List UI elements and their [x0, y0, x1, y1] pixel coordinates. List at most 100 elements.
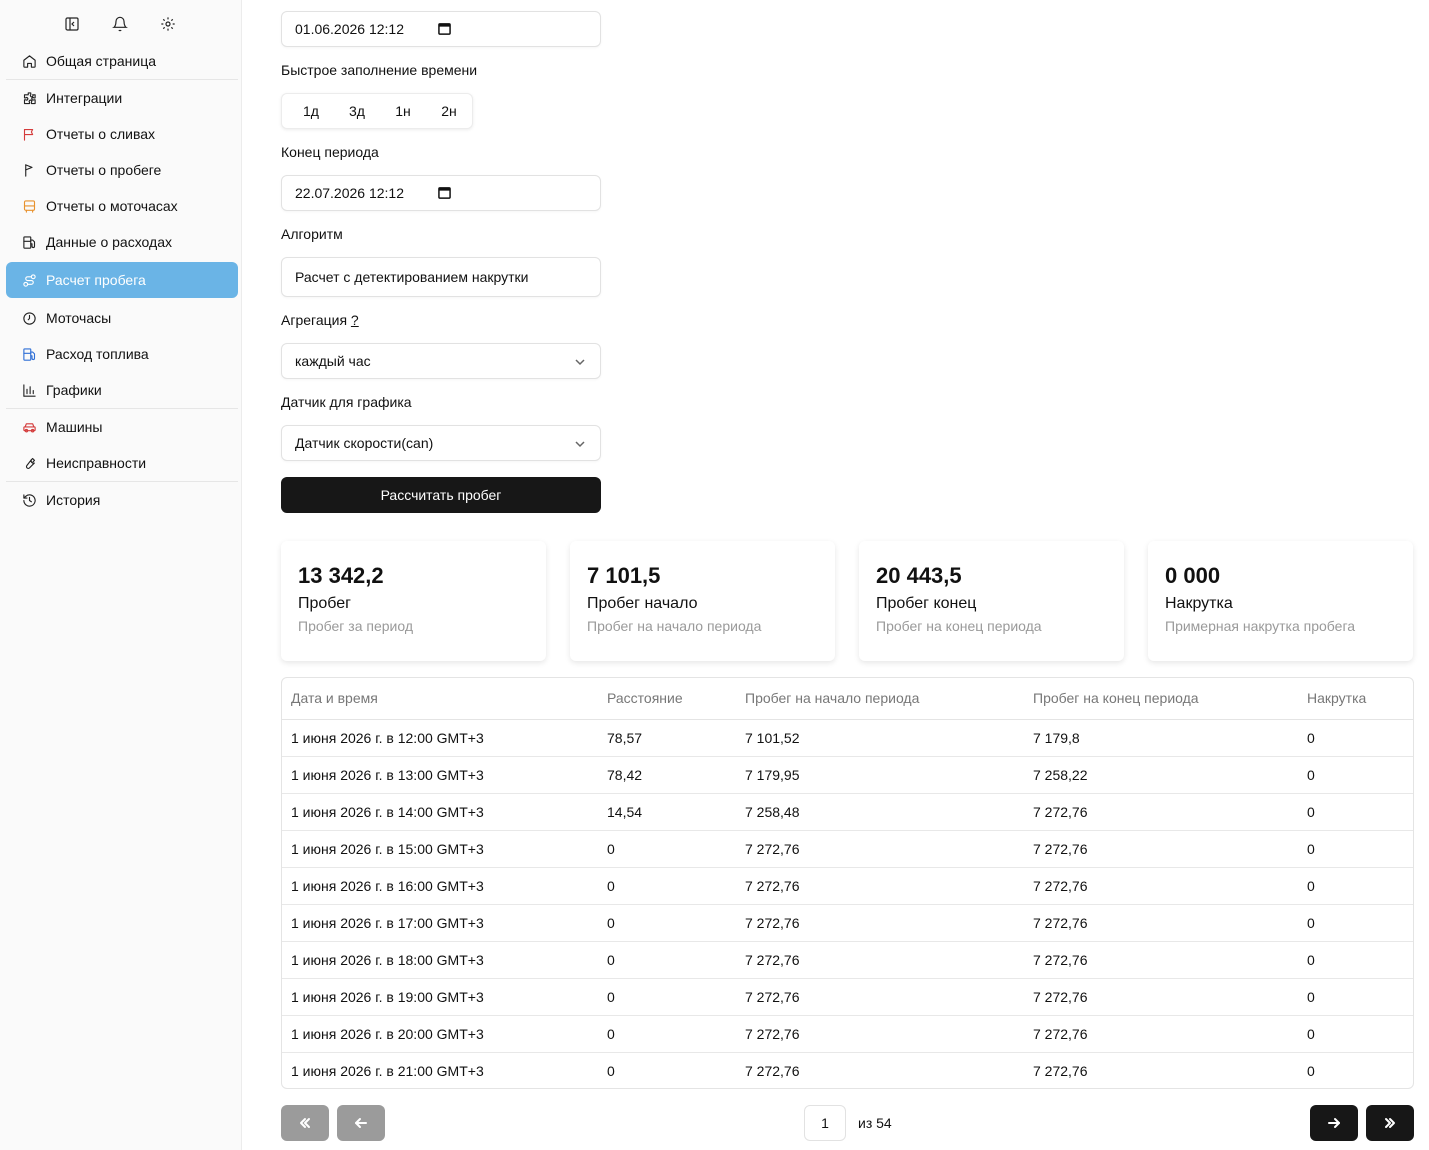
algorithm-input[interactable]: Расчет с детектированием накрутки — [281, 257, 601, 297]
route-icon — [20, 271, 38, 289]
table-cell: 0 — [598, 904, 736, 942]
sidebar-item-12[interactable]: Неисправности — [6, 445, 238, 481]
table-cell: 14,54 — [598, 793, 736, 831]
sidebar-item-1[interactable]: Общая страница — [6, 43, 238, 79]
sidebar: Общая страница Интеграции Отчеты о сливах О… — [0, 0, 242, 1150]
aggregation-select[interactable]: каждый час — [281, 343, 601, 379]
table-cell: 7 272,76 — [736, 867, 1024, 905]
table-cell: 1 июня 2026 г. в 12:00 GMT+3 — [282, 719, 598, 757]
card-subtitle: Примерная накрутка пробега — [1165, 618, 1356, 634]
sidebar-item-11[interactable]: Машины — [6, 409, 238, 445]
calendar-icon[interactable] — [438, 22, 451, 35]
chevron-down-icon — [575, 359, 585, 366]
card-mileage: 13 342,2 Пробег Пробег за период — [281, 541, 546, 661]
table-cell: 7 272,76 — [1024, 830, 1298, 868]
table-cell: 0 — [1307, 1062, 1315, 1079]
gear-icon[interactable] — [158, 14, 178, 34]
quick-fill-2w[interactable]: 2н — [426, 103, 472, 119]
quick-fill-group: 1д 3д 1н 2н — [281, 93, 473, 129]
table-cell: 7 272,76 — [1024, 793, 1298, 831]
table-cell: 0 — [1298, 941, 1413, 979]
table-row: 1 июня 2026 г. в 17:00 GMT+3 0 7 272,76 7 2… — [282, 904, 1413, 942]
start-date-value: 01.06.2026 12:12 — [295, 21, 404, 37]
flag-icon — [20, 125, 38, 143]
column-header-end: Пробег на конец периода — [1024, 678, 1298, 720]
clock-icon — [20, 309, 38, 327]
sidebar-item-9[interactable]: Расход топлива — [6, 336, 238, 372]
table-cell: 7 272,76 — [1033, 1062, 1088, 1079]
table-cell: 1 июня 2026 г. в 20:00 GMT+3 — [282, 1015, 598, 1053]
card-value: 20 443,5 — [876, 563, 962, 588]
sidebar-item-6[interactable]: Данные о расходах — [6, 224, 238, 260]
card-title: Пробег начало — [587, 595, 698, 612]
card-value: 13 342,2 — [298, 563, 384, 588]
table-row: 1 июня 2026 г. в 20:00 GMT+3 0 7 272,76 7 2… — [282, 1015, 1413, 1053]
arrow-right-icon — [1328, 1118, 1340, 1128]
table-row: 1 июня 2026 г. в 21:00 GMT+3 0 7 272,76 7 2… — [282, 1052, 1413, 1088]
last-page-button[interactable] — [1366, 1105, 1414, 1141]
card-title: Пробег конец — [876, 595, 977, 612]
fuel-icon — [20, 233, 38, 251]
sidebar-item-label: Расход топлива — [46, 346, 149, 362]
history-icon — [20, 491, 38, 509]
sidebar-toolbar — [62, 14, 178, 34]
start-date-input[interactable]: 01.06.2026 12:12 — [281, 11, 601, 47]
sidebar-item-10[interactable]: Графики — [6, 372, 238, 408]
bell-icon[interactable] — [110, 14, 130, 34]
end-date-input[interactable]: 22.07.2026 12:12 — [281, 175, 601, 211]
table-header-row: Дата и время Расстояние Пробег на начало… — [282, 678, 1413, 720]
sidebar-item-7[interactable]: Расчет пробега — [6, 262, 238, 298]
sensor-label: Датчик для графика — [281, 394, 412, 410]
calendar-icon[interactable] — [438, 186, 451, 199]
calculate-mileage-button[interactable]: Рассчитать пробег — [281, 477, 601, 513]
table-row: 1 июня 2026 г. в 15:00 GMT+3 0 7 272,76 7 2… — [282, 830, 1413, 868]
first-page-button[interactable] — [281, 1105, 329, 1141]
page-number-input[interactable]: 1 — [804, 1105, 846, 1141]
flag-small-icon — [20, 161, 38, 179]
table-cell: 1 июня 2026 г. в 17:00 GMT+3 — [282, 904, 598, 942]
prev-page-button[interactable] — [337, 1105, 385, 1141]
sensor-value: Датчик скорости(can) — [295, 435, 434, 451]
table-cell: 78,57 — [598, 719, 736, 757]
summary-cards: 13 342,2 Пробег Пробег за период 7 101,5… — [281, 541, 1414, 661]
card-tampering: 0 000 Накрутка Примерная накрутка пробег… — [1148, 541, 1413, 661]
sidebar-item-8[interactable]: Моточасы — [6, 300, 238, 336]
sidebar-toggle-icon[interactable] — [62, 14, 82, 34]
card-subtitle: Пробег на конец периода — [876, 618, 1042, 634]
table-cell: 7 179,8 — [1024, 719, 1298, 757]
table-cell: 0 — [598, 867, 736, 905]
arrow-left-icon — [355, 1118, 367, 1128]
sidebar-item-label: Отчеты о моточасах — [46, 198, 178, 214]
sidebar-item-4[interactable]: Отчеты о пробеге — [6, 152, 238, 188]
table-cell: 0 — [1298, 867, 1413, 905]
quick-fill-3d[interactable]: 3д — [334, 103, 380, 119]
sidebar-item-5[interactable]: Отчеты о моточасах — [6, 188, 238, 224]
sidebar-item-label: Данные о расходах — [46, 234, 172, 250]
table-cell: 0 — [1298, 1015, 1413, 1053]
card-subtitle: Пробег на начало периода — [587, 618, 762, 634]
next-page-button[interactable] — [1310, 1105, 1358, 1141]
table-cell: 1 июня 2026 г. в 18:00 GMT+3 — [282, 941, 598, 979]
quick-fill-1d[interactable]: 1д — [288, 103, 334, 119]
sensor-select[interactable]: Датчик скорости(can) — [281, 425, 601, 461]
sidebar-item-3[interactable]: Отчеты о сливах — [6, 116, 238, 152]
card-mileage-end: 20 443,5 Пробег конец Пробег на конец пе… — [859, 541, 1124, 661]
column-header-distance: Расстояние — [598, 678, 736, 720]
table-cell: 0 — [1298, 793, 1413, 831]
main-content: 01.06.2026 12:12 Быстрое заполнение врем… — [262, 0, 1429, 1150]
sidebar-item-2[interactable]: Интеграции — [6, 80, 238, 116]
quick-fill-1w[interactable]: 1н — [380, 103, 426, 119]
chevron-down-icon — [575, 441, 585, 448]
table-cell: 7 272,76 — [1024, 1015, 1298, 1053]
sidebar-item-13[interactable]: История — [6, 482, 238, 518]
sidebar-item-label: Расчет пробега — [46, 272, 146, 288]
table-cell: 0 — [598, 978, 736, 1016]
sidebar-item-label: Неисправности — [46, 455, 147, 471]
sidebar-item-label: Отчеты о сливах — [46, 126, 156, 142]
end-period-label: Конец периода — [281, 144, 379, 160]
chevrons-right-icon — [1385, 1118, 1395, 1128]
table-cell: 7 272,76 — [736, 830, 1024, 868]
table-row: 1 июня 2026 г. в 19:00 GMT+3 0 7 272,76 7 2… — [282, 978, 1413, 1016]
sidebar-item-label: История — [46, 492, 101, 508]
aggregation-help[interactable]: ? — [351, 312, 359, 328]
